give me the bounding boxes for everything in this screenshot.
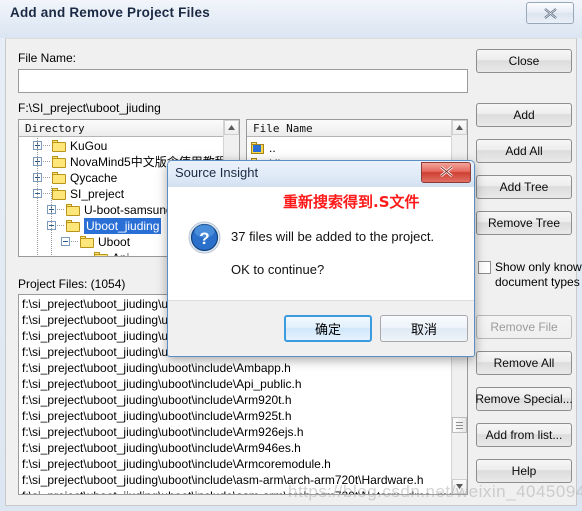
dialog-close-button[interactable] — [421, 162, 471, 183]
remove-tree-button[interactable]: Remove Tree — [476, 211, 572, 235]
project-files-label: Project Files: (1054) — [18, 277, 126, 291]
dialog-message-line2: OK to continue? — [231, 262, 325, 277]
dialog-footer: 确定 取消 — [168, 300, 474, 356]
project-file-row[interactable]: f:\si_preject\uboot_jiuding\uboot\includ… — [22, 376, 433, 392]
file-name-input[interactable] — [18, 69, 468, 93]
show-only-known-label-line2: document types — [495, 275, 580, 289]
project-files-scroll-thumb[interactable] — [452, 417, 467, 433]
tree-item-label: Qycache — [70, 171, 118, 185]
close-x-icon — [543, 7, 557, 19]
help-button[interactable]: Help — [476, 459, 572, 483]
window-titlebar: Add and Remove Project Files — [0, 0, 582, 38]
file-name-label: File Name: — [18, 51, 77, 65]
show-only-known-label-line1: Show only known — [495, 260, 582, 274]
dialog-annotation: 重新搜索得到.S文件 — [283, 193, 420, 211]
tree-guide-line — [37, 138, 38, 256]
question-mark-icon: ? — [188, 221, 221, 254]
close-button[interactable]: Close — [476, 49, 572, 73]
tree-item-label: SI_preject — [70, 187, 125, 201]
folder-icon — [66, 204, 81, 216]
folder-icon — [94, 252, 109, 256]
folder-icon — [52, 188, 67, 200]
tree-connector — [57, 225, 65, 226]
tree-connector — [71, 241, 79, 242]
tree-connector — [43, 177, 51, 178]
dialog-title: Source Insight — [175, 165, 259, 180]
project-file-row[interactable]: f:\si_preject\uboot_jiuding\uboot\includ… — [22, 424, 433, 440]
folder-icon — [52, 156, 67, 168]
tree-connector — [43, 145, 51, 146]
file-list-item-label: .. — [269, 141, 276, 155]
dialog-titlebar: Source Insight — [168, 161, 474, 187]
dialog-message-line1: 37 files will be added to the project. — [231, 229, 435, 244]
tree-item-label: Api — [112, 250, 129, 256]
scroll-up-arrow-icon[interactable] — [452, 120, 467, 135]
project-file-row[interactable]: f:\si_preject\uboot_jiuding\uboot\includ… — [22, 360, 433, 376]
remove-all-button[interactable]: Remove All — [476, 351, 572, 375]
project-file-row[interactable]: f:\si_preject\uboot_jiuding\uboot\includ… — [22, 392, 433, 408]
tree-item-label: U-boot-samsung — [84, 203, 173, 217]
file-name-panel-header: File Name — [247, 120, 452, 137]
dialog-cancel-button[interactable]: 取消 — [380, 315, 468, 342]
add-tree-button[interactable]: Add Tree — [476, 175, 572, 199]
dialog-body: 重新搜索得到.S文件 ? 37 files will be added to t… — [168, 187, 474, 300]
window-close-button[interactable] — [526, 2, 574, 24]
current-path-label: F:\SI_preject\uboot_jiuding — [18, 101, 161, 115]
tree-item-label: Uboot_jiuding — [84, 218, 162, 234]
tree-guide-line — [51, 186, 52, 256]
project-file-row[interactable]: f:\si_preject\uboot_jiuding\uboot\includ… — [22, 440, 433, 456]
folder-up-icon — [251, 142, 265, 154]
add-all-button[interactable]: Add All — [476, 139, 572, 163]
add-from-list-button[interactable]: Add from list... — [476, 423, 572, 447]
tree-connector — [43, 161, 51, 162]
project-file-row[interactable]: f:\si_preject\uboot_jiuding\uboot\includ… — [22, 488, 451, 494]
remove-file-button[interactable]: Remove File — [476, 315, 572, 339]
tree-item-label: KuGou — [70, 139, 108, 153]
scroll-down-arrow-icon[interactable] — [452, 479, 467, 494]
scroll-up-arrow-icon[interactable] — [224, 120, 239, 135]
close-x-icon — [439, 165, 453, 180]
tree-item-label: Uboot — [98, 235, 131, 249]
file-list-item[interactable]: .. — [249, 140, 450, 156]
source-insight-dialog: Source Insight 重新搜索得到.S文件 ? 37 files wil… — [167, 160, 475, 357]
folder-icon — [52, 140, 67, 152]
folder-icon — [52, 172, 67, 184]
project-file-row[interactable]: f:\si_preject\uboot_jiuding\uboot\includ… — [22, 456, 433, 472]
add-button[interactable]: Add — [476, 103, 572, 127]
window-title: Add and Remove Project Files — [10, 5, 210, 20]
tree-item[interactable]: KuGou — [19, 138, 224, 154]
folder-icon — [66, 220, 81, 232]
project-file-row[interactable]: f:\si_preject\uboot_jiuding\uboot\includ… — [22, 472, 433, 488]
svg-text:?: ? — [199, 229, 209, 248]
dialog-ok-button[interactable]: 确定 — [284, 315, 372, 342]
remove-special-button[interactable]: Remove Special... — [475, 387, 573, 411]
tree-connector — [43, 193, 51, 194]
collapse-minus-icon[interactable] — [61, 237, 70, 246]
project-file-row[interactable]: f:\si_preject\uboot_jiuding\uboot\includ… — [22, 408, 433, 424]
folder-icon — [80, 236, 95, 248]
show-only-known-checkbox[interactable] — [478, 261, 491, 274]
directory-panel-header: Directory — [19, 120, 224, 137]
add-remove-project-files-window: Add and Remove Project Files File Name: … — [0, 0, 582, 511]
tree-connector — [57, 209, 65, 210]
